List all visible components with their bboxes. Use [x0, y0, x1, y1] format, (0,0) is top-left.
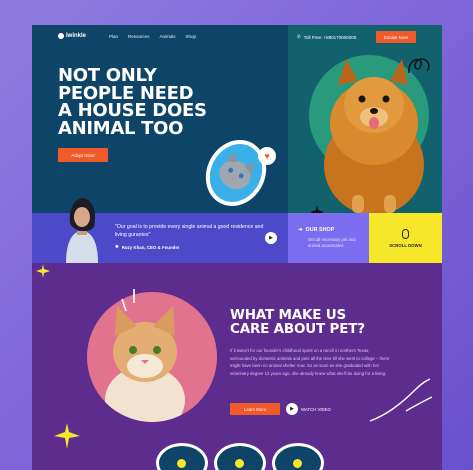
- founder-photo: [66, 198, 98, 263]
- pet-category-icon-3: [293, 459, 302, 468]
- yellow-star-icon: [54, 423, 80, 449]
- hero-section: Iwinkle Plan Resources Animals Shop ✆ To…: [32, 25, 442, 263]
- pet-category-icon-2: [235, 459, 244, 468]
- watch-video-button[interactable]: ▶ WATCH VIDEO: [286, 403, 331, 415]
- phone-number: Toll Free: +880170000000: [303, 34, 357, 40]
- pet-category-icon-1: [177, 459, 186, 468]
- quote-author: ✸ Rozy Khan, CEO & Founder: [115, 244, 180, 250]
- care-body: If it wasn't for our founder's childhood…: [230, 348, 390, 376]
- quote-play-button[interactable]: ▶: [265, 232, 277, 244]
- care-title-line-2: CARE ABOUT PET?: [230, 321, 365, 337]
- play-icon: ▶: [286, 403, 298, 415]
- learn-more-button[interactable]: Learn More: [230, 403, 280, 415]
- heart-icon[interactable]: ♥: [258, 147, 276, 165]
- nav-links: Plan Resources Animals Shop: [109, 34, 196, 39]
- top-nav: Iwinkle Plan Resources Animals Shop ✆ To…: [32, 25, 442, 49]
- adopt-button[interactable]: Adopt Now!: [58, 148, 108, 162]
- nav-link-animals[interactable]: Animals: [160, 34, 176, 39]
- care-title-line-1: WHAT MAKE US: [230, 307, 347, 323]
- hero-headline: NOT ONLY PEOPLE NEED A HOUSE DOES ANIMAL…: [58, 67, 278, 137]
- phone-icon: ✆: [297, 34, 301, 39]
- shop-title: ➜ OUR SHOP: [298, 227, 334, 233]
- headline-line-4: ANIMAL TOO: [58, 117, 184, 139]
- quote-author-name: Rozy Khan, CEO & Founder: [121, 244, 180, 250]
- phone-contact[interactable]: ✆ Toll Free: +880170000000: [297, 34, 356, 40]
- landing-page: Iwinkle Plan Resources Animals Shop ✆ To…: [32, 25, 442, 470]
- scroll-down-label: SCROLL DOWN: [389, 243, 422, 248]
- nav-link-plan[interactable]: Plan: [109, 34, 118, 39]
- brand-name: Iwinkle: [66, 33, 87, 39]
- care-title: WHAT MAKE US CARE ABOUT PET?: [230, 308, 365, 336]
- scribble-doodle: [369, 378, 433, 422]
- headline-line-1: NOT ONLY: [58, 65, 157, 86]
- squiggle-doodle: [408, 58, 430, 74]
- shop-subtitle: Get all necessary pet and animal accesso…: [308, 237, 356, 248]
- arrow-icon: ➜: [298, 227, 303, 233]
- watch-video-label: WATCH VIDEO: [301, 406, 331, 412]
- shop-title-text: OUR SHOP: [305, 227, 335, 233]
- small-yellow-star-icon: [36, 264, 50, 278]
- donate-button[interactable]: Donate Now!: [376, 31, 416, 43]
- sparkle-icon: ✸: [115, 244, 119, 249]
- headline-line-3: A HOUSE DOES: [58, 100, 207, 121]
- play-icon: ▶: [269, 235, 273, 241]
- cat-doodle-lines: [121, 289, 135, 312]
- quote-text: "Our goal is to provide every single ani…: [115, 224, 264, 238]
- logo-mark-icon: [58, 33, 64, 39]
- mouse-scroll-icon: [402, 229, 409, 239]
- nav-link-resources[interactable]: Resources: [128, 34, 150, 39]
- brand-logo[interactable]: Iwinkle: [58, 33, 86, 39]
- nav-link-shop[interactable]: Shop: [186, 34, 197, 39]
